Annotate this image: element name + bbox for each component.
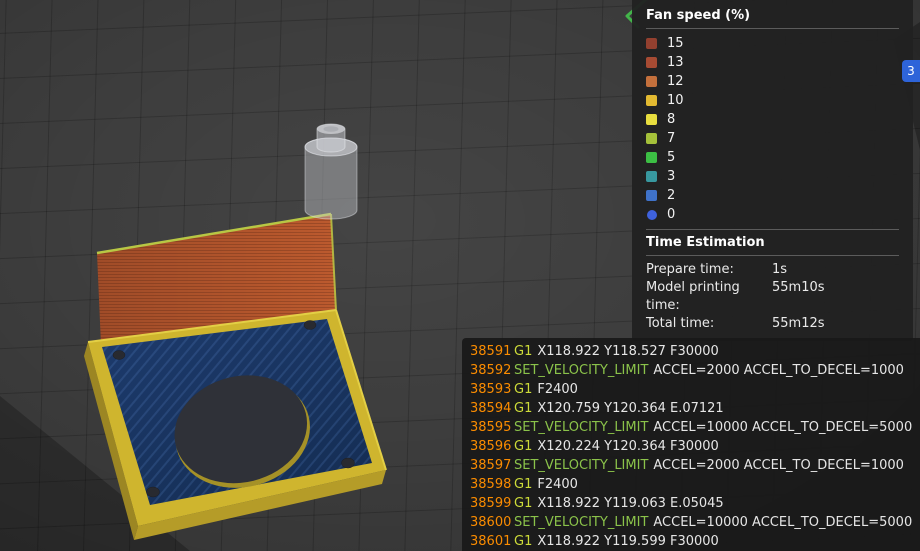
- total-time-value: 55m12s: [772, 316, 825, 331]
- gcode-args: ACCEL=2000 ACCEL_TO_DECEL=1000: [653, 363, 904, 378]
- divider: [646, 28, 899, 29]
- gcode-command: SET_VELOCITY_LIMIT: [514, 363, 649, 378]
- fan-speed-value: 5: [667, 150, 676, 165]
- gcode-line: 38595 SET_VELOCITY_LIMIT ACCEL=10000 ACCEL…: [470, 418, 912, 437]
- gcode-line: 38600 SET_VELOCITY_LIMIT ACCEL=10000 ACCEL…: [470, 513, 912, 532]
- gcode-line-number: 38598: [470, 477, 512, 492]
- gcode-command: G1: [514, 496, 533, 511]
- gcode-command: SET_VELOCITY_LIMIT: [514, 515, 649, 530]
- fan-legend-item: 2: [646, 186, 899, 205]
- fan-legend: 15 13 12 10 8 7 5 3 2 0: [646, 34, 899, 224]
- gcode-args: F2400: [537, 382, 578, 397]
- fan-legend-item: 13: [646, 53, 899, 72]
- fan-speed-swatch: [646, 114, 657, 125]
- gcode-console-panel[interactable]: 38591 G1 X118.922 Y118.527 F30000 38592 SET_…: [462, 338, 920, 551]
- gcode-line: 38598 G1 F2400: [470, 475, 912, 494]
- gcode-line-number: 38601: [470, 534, 512, 549]
- screw-hole: [303, 320, 317, 330]
- fan-legend-item: 7: [646, 129, 899, 148]
- fan-speed-swatch: [646, 133, 657, 144]
- gcode-lines: 38591 G1 X118.922 Y118.527 F30000 38592 SET_…: [470, 342, 912, 551]
- gcode-args: ACCEL=2000 ACCEL_TO_DECEL=1000: [653, 458, 904, 473]
- fan-legend-item: 15: [646, 34, 899, 53]
- fan-speed-swatch: [646, 76, 657, 87]
- fan-legend-item: 5: [646, 148, 899, 167]
- gcode-line-number: 38591: [470, 344, 512, 359]
- fan-speed-value: 12: [667, 74, 684, 89]
- divider: [646, 229, 899, 230]
- cylinder-model: [304, 123, 358, 220]
- gcode-line: 38601 G1 X118.922 Y119.599 F30000: [470, 532, 912, 551]
- layer-slider-badge[interactable]: 3: [902, 60, 920, 82]
- gcode-line-number: 38593: [470, 382, 512, 397]
- gcode-command: G1: [514, 534, 533, 549]
- gcode-command: G1: [514, 439, 533, 454]
- gcode-line-number: 38600: [470, 515, 512, 530]
- gcode-command: G1: [514, 401, 533, 416]
- fan-speed-swatch: [646, 171, 657, 182]
- total-time-label: Total time:: [646, 316, 715, 331]
- fan-speed-value: 0: [667, 207, 676, 222]
- gcode-line: 38597 SET_VELOCITY_LIMIT ACCEL=2000 ACCEL_…: [470, 456, 912, 475]
- fan-legend-item: 0: [646, 205, 899, 224]
- gcode-line: 38599 G1 X118.922 Y119.063 E.05045: [470, 494, 912, 513]
- gcode-args: X120.224 Y120.364 F30000: [537, 439, 719, 454]
- model-printing-time-value: 55m10s: [772, 280, 825, 295]
- gcode-line: 38594 G1 X120.759 Y120.364 E.07121: [470, 399, 912, 418]
- fan-speed-value: 15: [667, 36, 684, 51]
- screw-hole: [146, 486, 160, 498]
- fan-speed-swatch: [646, 57, 657, 68]
- fan-legend-item: 10: [646, 91, 899, 110]
- gcode-line: 38596 G1 X120.224 Y120.364 F30000: [470, 437, 912, 456]
- fan-speed-panel: Fan speed (%) 15 13 12 10 8 7 5 3 2 0 Time Estima…: [632, 0, 913, 341]
- fan-panel-title: Fan speed (%): [646, 8, 751, 23]
- fan-legend-item: 3: [646, 167, 899, 186]
- gcode-args: F2400: [537, 477, 578, 492]
- gcode-line-number: 38597: [470, 458, 512, 473]
- divider: [646, 255, 899, 256]
- gcode-command: G1: [514, 477, 533, 492]
- gcode-line-number: 38595: [470, 420, 512, 435]
- fan-speed-swatch: [647, 209, 657, 220]
- gcode-args: ACCEL=10000 ACCEL_TO_DECEL=5000: [653, 420, 913, 435]
- prepare-time-label: Prepare time:: [646, 262, 734, 277]
- screw-hole: [112, 350, 126, 360]
- gcode-line-number: 38594: [470, 401, 512, 416]
- gcode-command: G1: [514, 382, 533, 397]
- prepare-time-value: 1s: [772, 262, 788, 277]
- fan-legend-item: 12: [646, 72, 899, 91]
- gcode-args: ACCEL=10000 ACCEL_TO_DECEL=5000: [653, 515, 913, 530]
- fan-legend-item: 8: [646, 110, 899, 129]
- time-estimation-title: Time Estimation: [646, 235, 765, 250]
- fan-speed-swatch: [646, 152, 657, 163]
- fan-speed-value: 10: [667, 93, 684, 108]
- gcode-command: SET_VELOCITY_LIMIT: [514, 420, 649, 435]
- fan-speed-value: 2: [667, 188, 676, 203]
- fan-speed-swatch: [646, 95, 657, 106]
- screw-hole: [341, 457, 355, 469]
- fan-speed-value: 7: [667, 131, 676, 146]
- gcode-command: G1: [514, 344, 533, 359]
- gcode-line: 38592 SET_VELOCITY_LIMIT ACCEL=2000 ACCEL_…: [470, 361, 912, 380]
- model-base-plate: [84, 309, 387, 540]
- fan-speed-value: 3: [667, 169, 676, 184]
- fan-speed-value: 8: [667, 112, 676, 127]
- fan-speed-swatch: [646, 38, 657, 49]
- model-printing-time-label: Model printing time:: [646, 280, 740, 313]
- gcode-command: SET_VELOCITY_LIMIT: [514, 458, 649, 473]
- gcode-args: X118.922 Y119.599 F30000: [537, 534, 719, 549]
- gcode-line: 38593 G1 F2400: [470, 380, 912, 399]
- gcode-line-number: 38596: [470, 439, 512, 454]
- fan-speed-swatch: [646, 190, 657, 201]
- gcode-args: X120.759 Y120.364 E.07121: [537, 401, 724, 416]
- gcode-args: X118.922 Y118.527 F30000: [537, 344, 719, 359]
- gcode-args: X118.922 Y119.063 E.05045: [537, 496, 724, 511]
- gcode-line-number: 38592: [470, 363, 512, 378]
- gcode-line: 38591 G1 X118.922 Y118.527 F30000: [470, 342, 912, 361]
- time-estimation-table: Prepare time: 1s Model printing time: 55…: [646, 261, 899, 333]
- fan-speed-value: 13: [667, 55, 684, 70]
- cylinder-neck-bore: [323, 126, 339, 132]
- gcode-preview-viewport[interactable]: Fan speed (%) 15 13 12 10 8 7 5 3 2 0 Time Estima…: [0, 0, 920, 551]
- gcode-line-number: 38599: [470, 496, 512, 511]
